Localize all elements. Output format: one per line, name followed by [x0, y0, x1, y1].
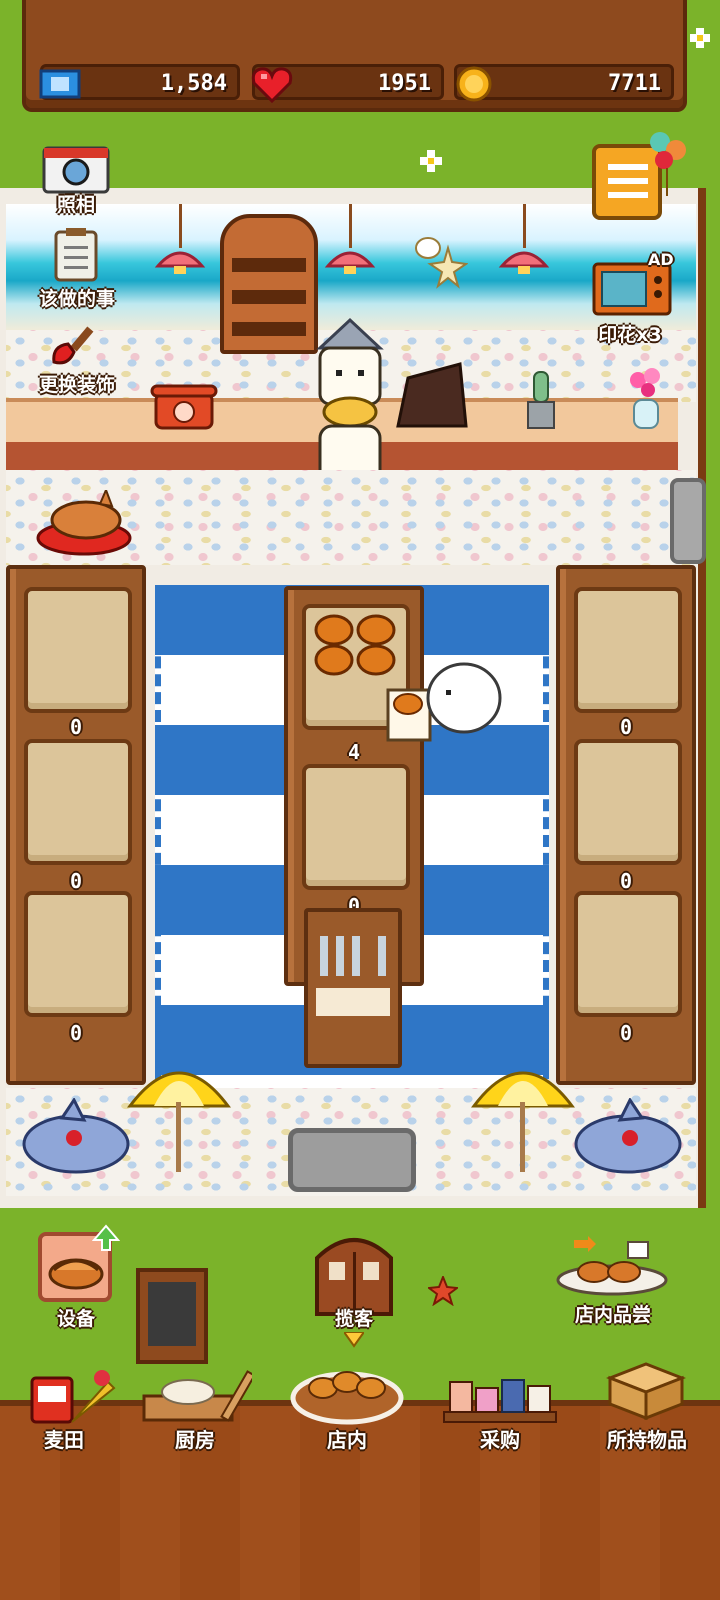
tray-count: 0: [619, 1021, 633, 1045]
customer-seal[interactable]: [386, 660, 504, 744]
tray-count: 0: [619, 715, 633, 739]
coin-icon: [456, 66, 492, 102]
tray-count: 0: [69, 869, 83, 893]
decor-label: 更换装饰: [38, 374, 115, 396]
nav-label: 厨房: [175, 1428, 215, 1452]
display-tray[interactable]: [574, 891, 682, 1017]
shell-decoration: [412, 228, 469, 292]
pie-icon: [48, 1258, 104, 1290]
shark-plush: [14, 1097, 134, 1178]
door-mat-side: [670, 478, 706, 564]
tray-count: 0: [69, 1021, 83, 1045]
display-tray[interactable]: [574, 739, 682, 865]
in-store-tasting-button[interactable]: 店内品尝: [548, 1234, 678, 1330]
hanging-lamp: [494, 204, 554, 284]
ticket-icon: [39, 69, 81, 99]
box-icon: [606, 1362, 686, 1420]
equipment-label: 设备: [56, 1308, 95, 1330]
status-board: 1,584 1951 7711: [22, 0, 687, 112]
wheat-icon: [30, 1370, 116, 1424]
tray-count: 0: [619, 869, 633, 893]
nav-label: 麦田: [44, 1428, 84, 1452]
todo-label: 该做的事: [38, 288, 115, 310]
photo-label: 照相: [56, 194, 95, 216]
ticket-value: 1,584: [160, 71, 227, 96]
balloon-icon: [644, 128, 690, 198]
cash-register: [394, 360, 470, 428]
coin-counter[interactable]: 7711: [454, 64, 674, 102]
potted-cactus: [524, 368, 558, 430]
menu-icon: [608, 164, 648, 170]
coin-value: 7711: [608, 71, 661, 96]
heart-counter[interactable]: 1951: [251, 64, 444, 104]
shop-icon: [443, 1379, 557, 1423]
tasting-plate-icon: [556, 1236, 668, 1296]
menu-board[interactable]: [136, 1268, 208, 1364]
stamp-label: 印花x3: [598, 324, 662, 346]
sleeping-dog[interactable]: [36, 487, 132, 556]
ticket-counter[interactable]: 1,584: [39, 64, 240, 100]
flower-vase: [624, 366, 668, 430]
nav-item-in-store[interactable]: 店内: [286, 1350, 408, 1464]
nav-item-purchase[interactable]: 采购: [436, 1370, 564, 1464]
display-tray[interactable]: [24, 739, 132, 865]
decor-button[interactable]: 更换装饰: [24, 322, 130, 396]
right-display-shelf[interactable]: 0 0 0: [556, 565, 696, 1085]
display-tray[interactable]: [24, 587, 132, 713]
invite-customers-button[interactable]: 揽客: [306, 1228, 402, 1348]
telephone: [150, 380, 222, 432]
photo-button[interactable]: 照相: [40, 140, 112, 216]
stamp-ad-button[interactable]: AD 印花x3: [584, 250, 694, 346]
entrance-mat: [288, 1128, 416, 1192]
taste-label: 店内品尝: [574, 1304, 651, 1326]
hanging-lamp: [150, 204, 210, 284]
kitchen-icon: [142, 1370, 252, 1422]
camera-icon: [42, 146, 110, 194]
paint-brush-icon: [52, 326, 94, 365]
clipboard-icon: [54, 228, 98, 282]
flower-decoration: [420, 150, 442, 172]
nav-item-inventory[interactable]: 所持物品: [588, 1360, 706, 1464]
shark-plush: [570, 1097, 690, 1178]
bread-basket-icon: [290, 1371, 404, 1425]
left-display-shelf[interactable]: 0 0 0: [6, 565, 146, 1085]
equipment-button[interactable]: 设备: [36, 1224, 120, 1330]
display-tray[interactable]: [574, 587, 682, 713]
nav-label: 采购: [480, 1428, 520, 1452]
shopkeeper-cat[interactable]: [312, 316, 388, 496]
flower-decoration: [690, 28, 710, 48]
heart-icon: [251, 67, 293, 104]
heart-value: 1951: [378, 71, 431, 96]
display-tray[interactable]: [24, 891, 132, 1017]
upgrade-arrow-icon: [92, 1224, 120, 1251]
invite-label: 揽客: [334, 1308, 373, 1330]
ad-badge: AD: [648, 250, 674, 269]
todo-button[interactable]: 该做的事: [24, 228, 130, 310]
beach-umbrella: [124, 1046, 234, 1176]
selection-arrow-icon: [344, 1332, 364, 1348]
hanging-lamp: [320, 204, 380, 284]
bread-cabinet: [220, 214, 318, 354]
beach-umbrella: [468, 1046, 578, 1176]
tray-count: 0: [69, 715, 83, 739]
nav-item-kitchen[interactable]: 厨房: [136, 1370, 254, 1464]
nav-label: 所持物品: [607, 1428, 687, 1452]
display-tray[interactable]: [302, 764, 410, 890]
nav-label: 店内: [327, 1428, 367, 1452]
nav-item-wheat-field[interactable]: 麦田: [14, 1364, 124, 1464]
starfish-icon: [426, 1274, 460, 1307]
utensil-cabinet: [304, 908, 402, 1068]
